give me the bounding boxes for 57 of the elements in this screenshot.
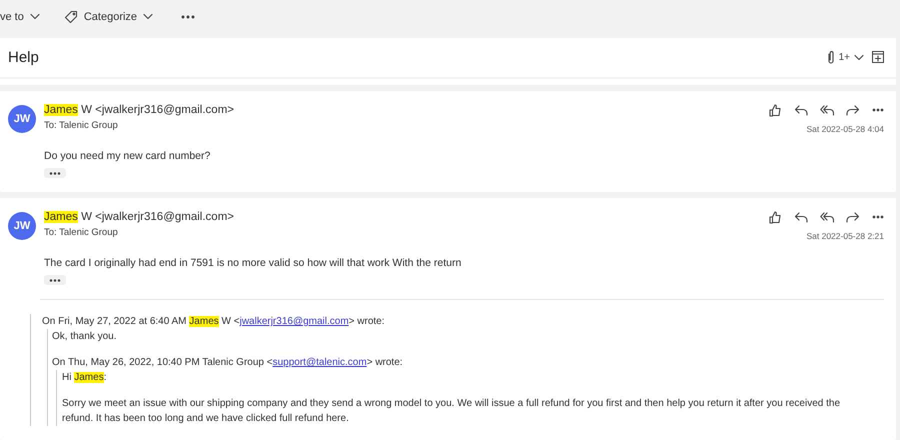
reply-all-icon	[820, 103, 834, 117]
avatar: JW	[8, 105, 36, 133]
chevron-down-icon	[854, 54, 864, 61]
quote-header: On Thu, May 26, 2022, 10:40 PM Talenic Group <support@talenic.com> wrote:	[52, 356, 404, 370]
thumbs-up-icon	[768, 210, 782, 224]
reply-icon	[794, 210, 808, 224]
avatar: JW	[8, 212, 36, 240]
more-actions-button[interactable]	[872, 108, 884, 112]
reply-button[interactable]	[794, 103, 808, 117]
recipient-line: To: Talenic Group	[44, 120, 119, 131]
paperclip-icon	[826, 50, 835, 64]
forward-button[interactable]	[846, 210, 860, 224]
more-icon	[872, 108, 884, 112]
email-link[interactable]: jwalkerjr316@gmail.com	[240, 316, 349, 327]
chevron-down-icon	[143, 13, 154, 20]
attachments-button[interactable]: 1+	[826, 50, 864, 64]
show-more-button[interactable]	[44, 275, 66, 285]
more-actions-button[interactable]	[872, 215, 884, 219]
forward-button[interactable]	[846, 103, 860, 117]
message-body: Do you need my new card number?	[44, 150, 212, 162]
quoted-text: Ok, thank you.	[52, 330, 118, 344]
quoted-text: Hi James:	[62, 371, 108, 385]
sender-line: James W <jwalkerjr316@gmail.com>	[44, 210, 235, 225]
reply-all-button[interactable]	[820, 103, 834, 117]
reply-icon	[794, 103, 808, 117]
reply-all-button[interactable]	[820, 210, 834, 224]
reply-button[interactable]	[794, 210, 808, 224]
sender-line: James W <jwalkerjr316@gmail.com>	[44, 103, 235, 118]
like-button[interactable]	[768, 210, 782, 224]
tag-icon	[64, 10, 78, 24]
recipient-line: To: Talenic Group	[44, 227, 119, 238]
quote-header: On Fri, May 27, 2022 at 6:40 AM James W <jwalkerjr316@gmail.com> wrote:	[42, 315, 386, 329]
square-plus-icon	[872, 51, 884, 64]
message-date: Sat 2022-05-28 2:21	[806, 231, 884, 241]
subject-title: Help	[8, 48, 39, 66]
highlighted-text: James	[44, 211, 78, 223]
forward-icon	[846, 103, 860, 117]
expand-button[interactable]	[872, 51, 884, 64]
move-to-button[interactable]: ve to	[0, 8, 44, 25]
thumbs-up-icon	[768, 103, 782, 117]
email-link[interactable]: support@talenic.com	[272, 357, 367, 368]
categorize-button[interactable]: Categorize	[60, 8, 158, 26]
quoted-text: Sorry we meet an issue with our shipping company and they send a wrong model to you. We will issue a full refund for you first and then help you return it after you received the refund. It has been too long and we have clicked full refund here.	[62, 397, 842, 426]
message-body: The card I originally had end in 7591 is no more valid so how will that work With the return	[44, 257, 462, 269]
highlighted-text: James	[74, 372, 104, 383]
highlighted-text: James	[44, 104, 78, 116]
like-button[interactable]	[768, 103, 782, 117]
more-icon	[181, 14, 196, 19]
reply-all-icon	[820, 210, 834, 224]
show-more-button[interactable]	[44, 168, 66, 178]
chevron-down-icon	[30, 13, 40, 20]
highlighted-text: James	[189, 316, 219, 327]
forward-icon	[846, 210, 860, 224]
ellipsis-icon	[49, 172, 61, 174]
message-date: Sat 2022-05-28 4:04	[806, 124, 884, 134]
ellipsis-icon	[49, 278, 61, 282]
more-icon	[872, 215, 884, 219]
